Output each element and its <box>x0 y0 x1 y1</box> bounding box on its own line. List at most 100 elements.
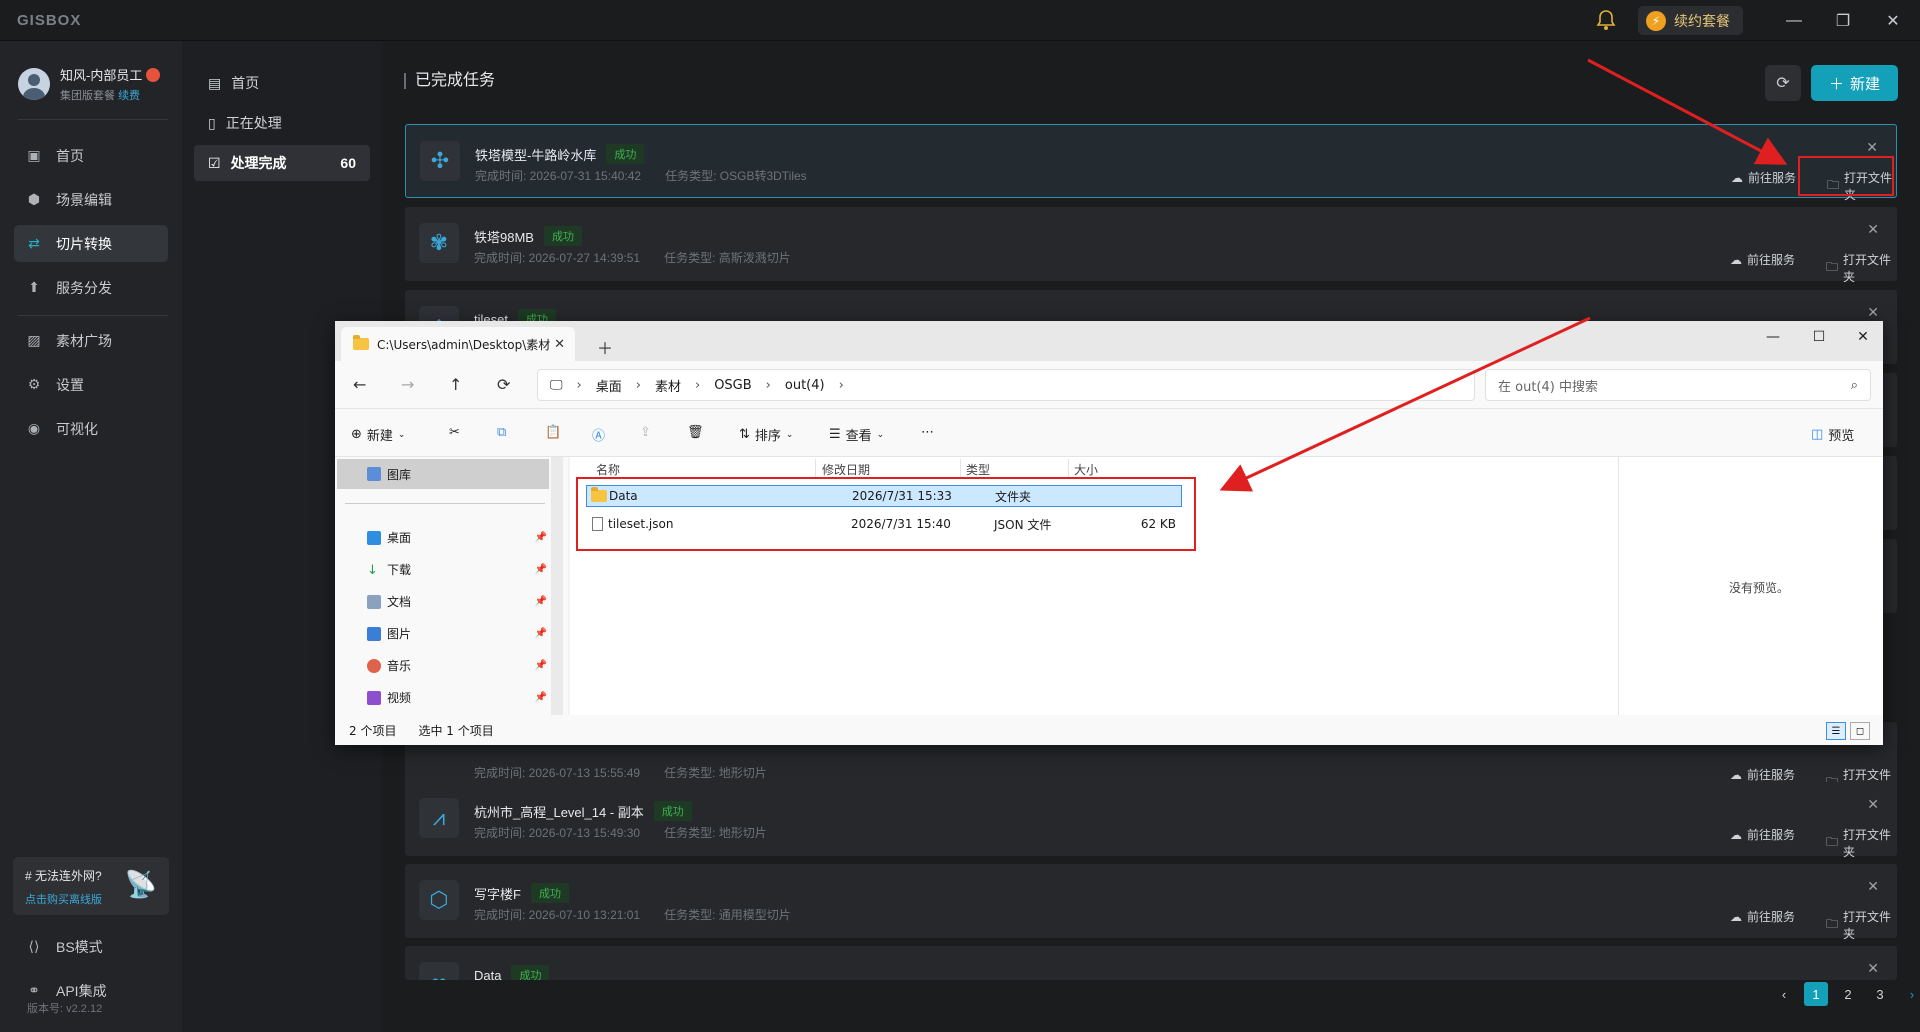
breadcrumb-item[interactable]: 桌面 <box>596 376 622 395</box>
go-service-button[interactable]: ☁ 前往服务 <box>1731 169 1796 186</box>
share-icon[interactable]: ⇪ <box>640 425 651 440</box>
cut-icon[interactable]: ✂ <box>449 425 460 440</box>
nav-item-home[interactable]: ▣ 首页 <box>14 137 168 174</box>
nav-item-visualize[interactable]: ◉ 可视化 <box>14 410 168 447</box>
nav-item-asset-square[interactable]: ▨ 素材广场 <box>14 322 168 359</box>
next-page-icon[interactable]: › <box>1900 982 1920 1006</box>
nav-item-service-publish[interactable]: ⬆ 服务分发 <box>14 269 168 306</box>
divider <box>345 503 545 504</box>
more-icon[interactable]: ⋯ <box>921 425 934 440</box>
prev-page-icon[interactable]: ‹ <box>1772 982 1796 1006</box>
column-header-type[interactable]: 类型 <box>966 461 990 478</box>
column-header-date[interactable]: 修改日期 <box>822 461 870 478</box>
task-card[interactable]: ✣ 铁塔模型-牛路岭水库 成功 完成时间: 2026-07-31 15:40:42… <box>405 124 1897 202</box>
sidebar-item-videos[interactable]: 视频 📌 <box>367 689 547 706</box>
cloud-icon: ☁ <box>1730 252 1742 267</box>
promo-link[interactable]: 点击购买离线版 <box>25 891 102 907</box>
box-icon: ⬡ <box>419 880 459 920</box>
task-name: 铁塔98MB <box>474 229 534 245</box>
go-service-button[interactable]: ☁ 前往服务 <box>1730 826 1795 843</box>
subnav-home[interactable]: ▤ 首页 <box>194 65 370 101</box>
subnav-completed[interactable]: ☑ 处理完成 60 <box>194 145 370 181</box>
sidebar-item-library[interactable]: 图库 <box>337 459 549 489</box>
close-tab-icon[interactable]: ✕ <box>554 337 565 352</box>
go-service-button[interactable]: ☁ 前往服务 <box>1730 251 1795 268</box>
close-icon[interactable]: ✕ <box>1867 878 1879 895</box>
nav-item-settings[interactable]: ⚙ 设置 <box>14 366 168 403</box>
sidebar-item-documents[interactable]: 文档 📌 <box>367 593 547 610</box>
go-service-button[interactable]: ☁ 前往服务 <box>1730 908 1795 925</box>
sidebar-item-downloads[interactable]: ↓ 下载 📌 <box>367 561 547 578</box>
close-window-button[interactable]: ✕ <box>1880 8 1906 34</box>
up-icon[interactable]: ↑ <box>449 375 462 394</box>
task-card[interactable]: ∞ Data 成功 ✕ <box>405 946 1897 980</box>
breadcrumb-item[interactable]: OSGB <box>714 378 751 393</box>
divider <box>18 315 168 316</box>
close-icon[interactable]: ✕ <box>1867 960 1879 977</box>
task-card[interactable]: ⬡ 写字楼F 成功 完成时间: 2026-07-10 13:21:01 任务类型: … <box>405 864 1897 941</box>
page-2[interactable]: 2 <box>1836 982 1860 1006</box>
forward-icon[interactable]: → <box>401 375 414 394</box>
column-header-size[interactable]: 大小 <box>1074 461 1098 478</box>
close-window-button[interactable]: ✕ <box>1848 329 1878 345</box>
column-header-name[interactable]: 名称 <box>596 461 620 478</box>
tiles-view-icon[interactable]: ◻ <box>1850 722 1870 740</box>
maximize-button[interactable]: ☐ <box>1804 329 1834 345</box>
go-service-button[interactable]: ☁ 前往服务 <box>1730 766 1795 783</box>
rename-icon[interactable]: Ⓐ <box>592 425 605 444</box>
preview-button[interactable]: ◫ 预览 <box>1811 425 1854 444</box>
close-icon[interactable]: ✕ <box>1867 304 1879 321</box>
scrollbar[interactable] <box>551 457 563 715</box>
sidebar-item-pictures[interactable]: 图片 📌 <box>367 625 547 642</box>
offline-promo[interactable]: # 无法连外网? 点击购买离线版 📡 <box>13 857 169 915</box>
library-label: 图库 <box>387 467 412 482</box>
nav-item-scene-edit[interactable]: ⬢ 场景编辑 <box>14 181 168 218</box>
sidebar-item-music[interactable]: 音乐 📌 <box>367 657 547 674</box>
breadcrumb-item[interactable]: out(4) <box>785 378 825 393</box>
task-card[interactable]: ⩘ 杭州市_高程_Level_14 - 副本 成功 完成时间: 2026-07-1… <box>405 782 1897 859</box>
chevron-right-icon: › <box>635 377 641 393</box>
bell-icon[interactable] <box>1596 9 1616 31</box>
view-button[interactable]: ☰ 查看 ⌄ <box>829 425 884 444</box>
promo-title: # 无法连外网? <box>25 869 102 883</box>
open-folder-button[interactable]: 🗀 打开文件夹 <box>1826 908 1897 942</box>
close-icon[interactable]: ✕ <box>1867 221 1879 238</box>
open-folder-button[interactable]: 🗀 打开文件夹 <box>1826 251 1897 285</box>
minimize-button[interactable]: — <box>1781 8 1807 34</box>
refresh-button[interactable]: ⟳ <box>1765 65 1801 101</box>
breadcrumb-item[interactable]: 素材 <box>655 376 681 395</box>
page-3[interactable]: 3 <box>1868 982 1892 1006</box>
close-icon[interactable]: ✕ <box>1867 796 1879 813</box>
new-tab-icon[interactable]: ＋ <box>597 335 613 359</box>
search-icon: ⌕ <box>1850 377 1858 393</box>
new-task-button[interactable]: ＋ 新建 <box>1811 65 1898 101</box>
refresh-icon[interactable]: ⟳ <box>497 375 510 394</box>
delete-icon[interactable]: 🗑 <box>687 425 704 440</box>
copy-icon[interactable]: ⧉ <box>497 425 506 440</box>
restore-button[interactable]: ❐ <box>1830 8 1856 34</box>
explorer-tab[interactable]: C:\Users\admin\Desktop\素材 ✕ <box>341 327 575 361</box>
nav-item-bs-mode[interactable]: ⟨⟩ BS模式 <box>14 928 168 965</box>
new-button[interactable]: ⊕ 新建 ⌄ <box>351 425 405 444</box>
terrain-icon: ⩘ <box>419 798 459 838</box>
renew-plan-button[interactable]: ⚡ 续约套餐 <box>1638 6 1743 35</box>
back-icon[interactable]: ← <box>353 375 366 394</box>
renew-link[interactable]: 续费 <box>118 90 140 102</box>
minimize-button[interactable]: — <box>1758 329 1788 345</box>
page-1[interactable]: 1 <box>1804 982 1828 1006</box>
paste-icon[interactable]: 📋 <box>545 425 561 440</box>
sort-button[interactable]: ⇅ 排序 ⌄ <box>739 425 793 444</box>
divider <box>18 119 168 120</box>
breadcrumb[interactable]: 🖵 › 桌面 › 素材 › OSGB › out(4) › <box>537 369 1475 401</box>
details-view-icon[interactable]: ☰ <box>1826 722 1846 740</box>
new-task-label: 新建 <box>1850 75 1881 93</box>
subnav-processing[interactable]: ▯ 正在处理 <box>194 105 370 141</box>
user-profile[interactable]: 知风-内部员工 集团版套餐 续费 <box>18 65 161 103</box>
search-input[interactable]: 在 out(4) 中搜索 ⌕ <box>1485 369 1871 401</box>
open-folder-button[interactable]: 🗀 打开文件夹 <box>1826 826 1897 860</box>
sidebar-item-desktop[interactable]: 桌面 📌 <box>367 529 547 546</box>
nav-label: BS模式 <box>56 938 103 955</box>
task-card[interactable]: ✾ 铁塔98MB 成功 完成时间: 2026-07-27 14:39:51 任务类型… <box>405 207 1897 284</box>
nav-item-tile-convert[interactable]: ⇄ 切片转换 <box>14 225 168 262</box>
close-icon[interactable]: ✕ <box>1866 139 1878 156</box>
